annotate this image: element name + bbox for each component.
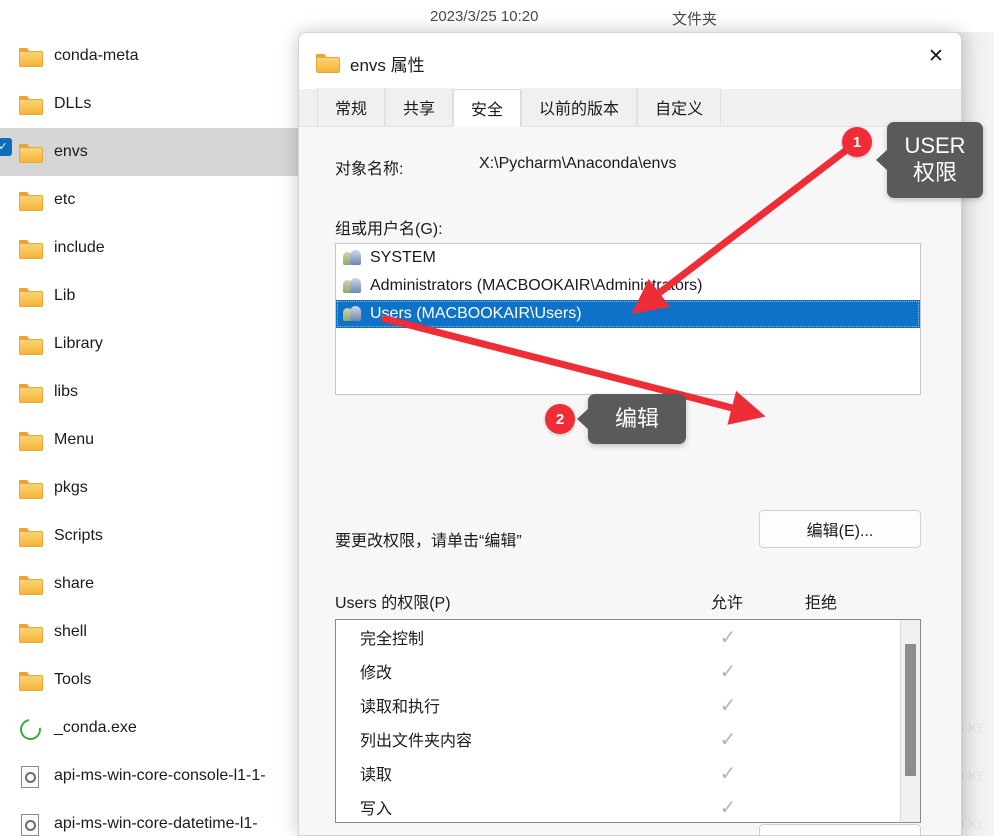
dialog-title: envs 属性 [350, 56, 425, 75]
principal-listbox[interactable]: SYSTEM Administrators (MACBOOKAIR\Adminis… [335, 243, 921, 395]
edit-hint-text: 要更改权限，请单击“编辑” [335, 533, 522, 550]
close-icon[interactable]: ✕ [911, 33, 961, 79]
users-group-icon [342, 277, 364, 295]
file-name: Menu [54, 431, 95, 448]
permissions-column-deny: 拒绝 [804, 595, 837, 612]
permission-row[interactable]: 列出文件夹内容 ✓ [336, 722, 920, 756]
permissions-scrollbar[interactable] [900, 620, 920, 822]
folder-icon [18, 525, 44, 547]
file-name: pkgs [54, 479, 88, 496]
file-name: libs [54, 383, 79, 400]
folder-icon [18, 669, 44, 691]
dialog-titlebar: envs 属性 ✕ [299, 33, 961, 89]
file-name: Library [54, 335, 103, 352]
folder-icon [18, 237, 44, 259]
permission-allow-checkmark-icon: ✓ [719, 795, 737, 819]
permissions-column-allow: 允许 [710, 595, 743, 612]
row-selected-checkbox[interactable]: ✓ [0, 138, 12, 156]
tab-自定义[interactable]: 自定义 [637, 88, 722, 126]
file-name: api-ms-win-core-console-l1-1- [54, 767, 266, 784]
permission-allow-checkmark-icon: ✓ [719, 761, 737, 785]
file-name: Tools [54, 671, 92, 688]
folder-icon [18, 285, 44, 307]
annotation-tooltip-1-line-1: USER [904, 133, 966, 159]
permissions-label: Users 的权限(P) [335, 595, 451, 612]
column-header-type: 文件夹 [672, 11, 718, 28]
folder-icon [316, 53, 340, 73]
edit-button[interactable]: 编辑(E)... [759, 510, 921, 548]
principal-name: Administrators (MACBOOKAIR\Administrator… [370, 277, 703, 294]
permissions-rows: 完全控制 ✓ 修改 ✓ 读取和执行 ✓ 列出文件夹内容 ✓ 读取 ✓ 写入 ✓ [336, 620, 920, 822]
annotation-tooltip-2-line-1: 编辑 [614, 405, 659, 431]
file-name: api-ms-win-core-datetime-l1- [54, 815, 258, 832]
permission-name: 修改 [360, 665, 393, 682]
dll-file-icon [18, 765, 44, 788]
file-name: conda-meta [54, 47, 139, 64]
tab-以前的版本[interactable]: 以前的版本 [521, 88, 638, 126]
annotation-badge-2: 2 [545, 404, 575, 434]
file-name: share [54, 575, 95, 592]
annotation-badge-1: 1 [842, 127, 872, 157]
file-name: _conda.exe [54, 719, 137, 736]
dll-file-icon [18, 813, 44, 836]
principal-name: Users (MACBOOKAIR\Users) [370, 305, 582, 322]
folder-icon [18, 333, 44, 355]
permission-name: 写入 [360, 801, 393, 818]
file-name: etc [54, 191, 76, 208]
permission-row[interactable]: 修改 ✓ [336, 654, 920, 688]
group-or-usernames-label: 组或用户名(G): [335, 221, 443, 238]
object-name-value: X:\Pycharm\Anaconda\envs [479, 155, 677, 172]
file-name: Lib [54, 287, 76, 304]
advanced-button[interactable]: 高级(V) [759, 824, 921, 835]
users-group-icon [342, 305, 364, 323]
permission-name: 读取和执行 [360, 699, 441, 716]
tab-安全[interactable]: 安全 [453, 89, 522, 127]
file-name: shell [54, 623, 87, 640]
folder-icon [18, 45, 44, 67]
annotation-tooltip-2: 编辑 [577, 394, 686, 444]
folder-icon [18, 621, 44, 643]
users-group-icon [342, 249, 364, 267]
tab-常规[interactable]: 常规 [317, 88, 386, 126]
folder-icon [18, 93, 44, 115]
tab-共享[interactable]: 共享 [385, 88, 454, 126]
file-name: Scripts [54, 527, 103, 544]
permission-allow-checkmark-icon: ✓ [719, 693, 737, 717]
principal-list-item[interactable]: Administrators (MACBOOKAIR\Administrator… [336, 272, 920, 300]
permission-name: 列出文件夹内容 [360, 733, 473, 750]
principal-list-item[interactable]: SYSTEM [336, 244, 920, 272]
scrollbar-thumb[interactable] [905, 644, 916, 776]
screen: 2023/3/25 10:20 文件夹 conda-meta DLLs ✓ envs e… [0, 0, 994, 836]
annotation-tooltip-1: USER 权限 [876, 122, 983, 198]
permissions-listbox[interactable]: 完全控制 ✓ 修改 ✓ 读取和执行 ✓ 列出文件夹内容 ✓ 读取 ✓ 写入 ✓ [335, 619, 921, 823]
folder-icon [18, 189, 44, 211]
object-name-label: 对象名称: [335, 161, 404, 178]
file-name: envs [54, 143, 88, 160]
principal-name: SYSTEM [370, 249, 436, 266]
security-tab-page: 对象名称: X:\Pycharm\Anaconda\envs 组或用户名(G):… [299, 127, 961, 835]
permission-name: 完全控制 [360, 631, 425, 648]
folder-icon [18, 573, 44, 595]
annotation-tooltip-1-line-2: 权限 [912, 160, 957, 185]
permission-allow-checkmark-icon: ✓ [719, 727, 737, 751]
folder-icon [18, 429, 44, 451]
principal-list-item[interactable]: Users (MACBOOKAIR\Users) [336, 300, 920, 328]
explorer-column-header: 2023/3/25 10:20 文件夹 [0, 0, 994, 32]
permission-row[interactable]: 完全控制 ✓ [336, 620, 920, 654]
permission-allow-checkmark-icon: ✓ [719, 625, 737, 649]
permission-name: 读取 [360, 767, 393, 784]
tab-strip[interactable]: 常规 共享 安全 以前的版本 自定义 [299, 88, 961, 127]
folder-icon [18, 381, 44, 403]
permission-row[interactable]: 读取 ✓ [336, 756, 920, 790]
column-header-date-modified: 2023/3/25 10:20 [430, 8, 539, 25]
folder-icon [18, 477, 44, 499]
exe-icon [18, 717, 44, 739]
file-name: include [54, 239, 105, 256]
folder-icon [18, 141, 44, 163]
permission-row[interactable]: 写入 ✓ [336, 790, 920, 822]
permission-allow-checkmark-icon: ✓ [719, 659, 737, 683]
permission-row[interactable]: 读取和执行 ✓ [336, 688, 920, 722]
file-name: DLLs [54, 95, 92, 112]
